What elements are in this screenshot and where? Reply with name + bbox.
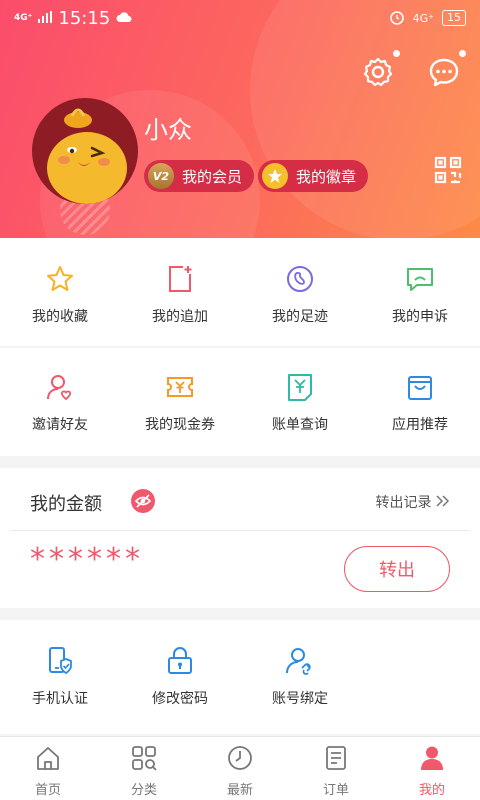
- network-indicator: 4G⁺: [412, 11, 434, 25]
- app-recommend-item[interactable]: 应用推荐: [360, 370, 480, 456]
- badge-label: 我的徽章: [296, 167, 357, 186]
- profile-header: 4G⁺ 15:15 4G⁺ 15 小众 V2 我的会员 我的徽章: [0, 0, 480, 238]
- bill-query-item[interactable]: 账单查询: [240, 370, 360, 456]
- member-label: 我的会员: [182, 167, 243, 186]
- complaints-label: 我的申诉: [392, 309, 448, 325]
- messages-notification-dot: [459, 50, 466, 57]
- tab-mine-label: 我的: [418, 783, 445, 798]
- balance-card: 我的金额 转出记录 ****** 转出: [0, 468, 480, 608]
- tab-category[interactable]: 分类: [96, 737, 192, 800]
- order-icon: [323, 745, 349, 775]
- cash-coupon-label: 我的现金券: [145, 417, 215, 433]
- eye-hidden-toggle[interactable]: [130, 488, 156, 518]
- bill-icon: [283, 370, 317, 404]
- invite-friends-item[interactable]: 邀请好友: [0, 370, 120, 456]
- complaints-item[interactable]: 我的申诉: [360, 262, 480, 346]
- username: 小众: [144, 116, 192, 144]
- settings-button[interactable]: [358, 54, 398, 94]
- signal-indicator: 4G⁺: [14, 12, 33, 23]
- favorites-item[interactable]: 我的收藏: [0, 262, 120, 346]
- app-recommend-label: 应用推荐: [392, 417, 448, 433]
- account-bind-label: 账号绑定: [272, 691, 328, 707]
- tab-home-label: 首页: [34, 783, 61, 798]
- clock-icon: [227, 745, 253, 775]
- double-chevron-right-icon: [436, 495, 450, 511]
- chat-icon: [428, 56, 460, 92]
- phone-verify-item[interactable]: 手机认证: [0, 644, 120, 734]
- shortcut-row-1: 我的收藏 我的追加 我的足迹 我的申诉: [0, 238, 480, 346]
- settings-notification-dot: [393, 50, 400, 57]
- additions-item[interactable]: 我的追加: [120, 262, 240, 346]
- additions-label: 我的追加: [152, 309, 208, 325]
- tab-home[interactable]: 首页: [0, 737, 96, 800]
- bill-query-label: 账单查询: [272, 417, 328, 433]
- invite-friends-label: 邀请好友: [32, 417, 88, 433]
- shortcut-row-2: 邀请好友 我的现金券 账单查询 应用推荐: [0, 348, 480, 456]
- add-doc-icon: [163, 262, 197, 296]
- account-bind-item[interactable]: 账号绑定: [240, 644, 360, 734]
- balance-title: 我的金额: [30, 494, 102, 515]
- category-icon: [131, 745, 157, 775]
- account-bind-icon: [283, 644, 317, 678]
- qr-code-button[interactable]: [428, 152, 468, 192]
- phone-verify-label: 手机认证: [32, 691, 88, 707]
- security-row: 手机认证 修改密码 账号绑定: [0, 620, 480, 734]
- footprints-label: 我的足迹: [272, 309, 328, 325]
- divider: [10, 530, 470, 531]
- home-icon: [35, 745, 61, 775]
- favorites-label: 我的收藏: [32, 309, 88, 325]
- alarm-icon: [389, 9, 405, 28]
- change-password-item[interactable]: 修改密码: [120, 644, 240, 734]
- tab-latest-label: 最新: [226, 783, 253, 798]
- person-icon: [419, 745, 445, 775]
- avatar-mascot-image: [47, 108, 127, 204]
- transfer-record-label: 转出记录: [375, 495, 432, 511]
- medal-icon: [262, 163, 288, 189]
- status-bar: 4G⁺ 15:15 4G⁺ 15: [0, 0, 480, 36]
- member-level-badge: V2: [148, 163, 174, 189]
- battery-indicator: 15: [442, 10, 466, 26]
- balance-amount: ******: [30, 542, 144, 577]
- qr-code-icon: [434, 156, 462, 188]
- tab-orders[interactable]: 订单: [288, 737, 384, 800]
- cash-coupon-item[interactable]: 我的现金券: [120, 370, 240, 456]
- change-password-label: 修改密码: [152, 691, 208, 707]
- tab-category-label: 分类: [130, 783, 157, 798]
- complaint-icon: [403, 262, 437, 296]
- messages-button[interactable]: [424, 54, 464, 94]
- signal-bars-icon: [38, 8, 53, 28]
- phone-verify-icon: [43, 644, 77, 678]
- bag-icon: [403, 370, 437, 404]
- tab-latest[interactable]: 最新: [192, 737, 288, 800]
- weather-icon: [116, 8, 132, 28]
- status-time: 15:15: [58, 7, 111, 29]
- footprints-item[interactable]: 我的足迹: [240, 262, 360, 346]
- member-button[interactable]: V2 我的会员: [144, 160, 255, 192]
- transfer-out-button[interactable]: 转出: [344, 546, 450, 592]
- tab-orders-label: 订单: [322, 783, 349, 798]
- badge-button[interactable]: 我的徽章: [258, 160, 369, 192]
- transfer-record-link[interactable]: 转出记录: [376, 492, 450, 512]
- gear-icon: [362, 56, 394, 92]
- lock-icon: [163, 644, 197, 678]
- bottom-tab-bar: 首页 分类 最新 订单 我的: [0, 736, 480, 800]
- coupon-icon: [163, 370, 197, 404]
- tab-mine[interactable]: 我的: [384, 737, 480, 800]
- avatar[interactable]: [32, 98, 138, 204]
- star-icon: [43, 262, 77, 296]
- footprint-icon: [283, 262, 317, 296]
- invite-icon: [43, 370, 77, 404]
